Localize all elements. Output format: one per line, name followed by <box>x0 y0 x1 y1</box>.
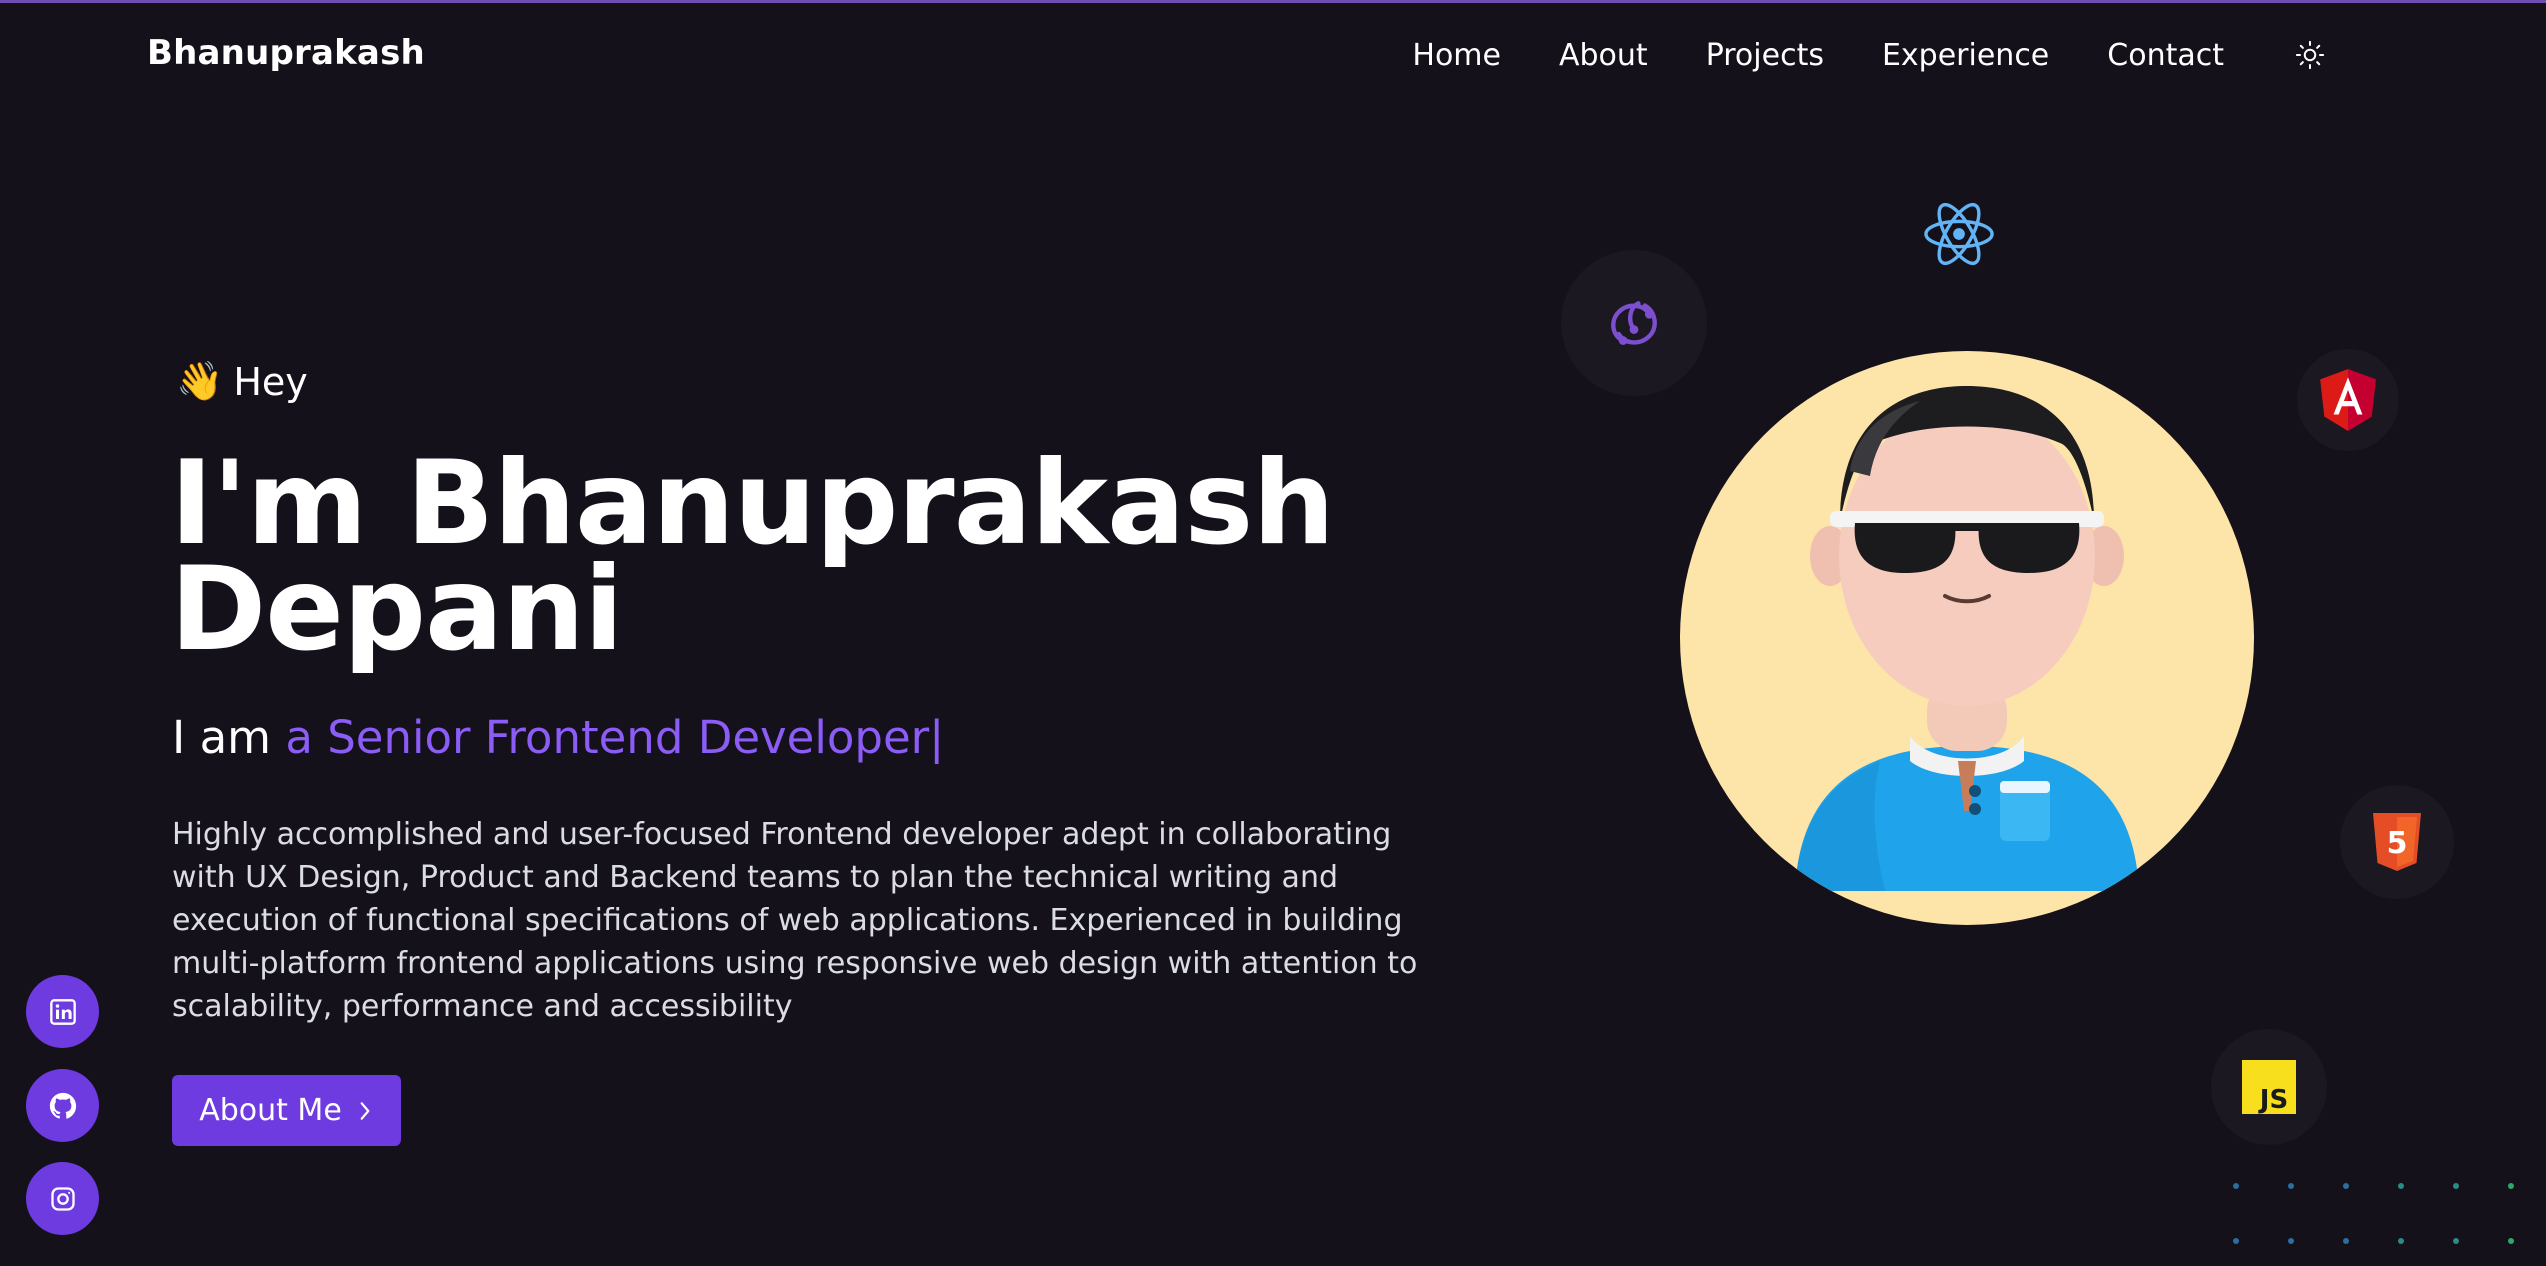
angular-icon <box>2320 369 2376 431</box>
github-icon <box>49 1092 76 1119</box>
react-icon <box>1924 202 1994 266</box>
sun-icon <box>2295 40 2325 70</box>
hero-description: Highly accomplished and user-focused Fro… <box>172 817 1418 1024</box>
role-typed-text: a Senior Frontend Developer <box>285 711 930 764</box>
avatar <box>1680 351 2254 925</box>
hero-title: I'm Bhanuprakash Depani <box>170 446 1470 677</box>
html5-badge: 5 <box>2340 785 2454 899</box>
brand-logo[interactable]: Bhanuprakash <box>147 33 425 73</box>
nav-about[interactable]: About <box>1559 38 1648 73</box>
about-me-label: About Me <box>199 1093 342 1128</box>
nav-contact[interactable]: Contact <box>2107 38 2224 73</box>
avatar-illustration <box>1795 386 2139 891</box>
linkedin-button[interactable] <box>26 975 99 1048</box>
instagram-icon <box>50 1186 75 1211</box>
nav-experience[interactable]: Experience <box>1882 38 2049 73</box>
github-button[interactable] <box>26 1069 99 1142</box>
javascript-badge: JS <box>2211 1029 2327 1145</box>
redux-icon <box>1611 301 1657 345</box>
theme-toggle-button[interactable] <box>2290 35 2330 75</box>
html5-icon: 5 <box>2373 813 2421 871</box>
instagram-button[interactable] <box>26 1162 99 1235</box>
typing-caret: | <box>929 711 945 764</box>
javascript-label: JS <box>2258 1085 2288 1114</box>
role-prefix: I am <box>172 711 271 764</box>
javascript-icon: JS <box>2242 1060 2296 1114</box>
angular-badge <box>2297 349 2399 451</box>
nav-home[interactable]: Home <box>1412 38 1501 73</box>
html5-label: 5 <box>2387 826 2408 861</box>
hero-title-line2: Depani <box>170 542 624 677</box>
page: Bhanuprakash Home About Projects Experie… <box>0 0 2546 1266</box>
redux-badge <box>1561 250 1707 396</box>
role-line: I am a Senior Frontend Developer| <box>172 711 944 764</box>
about-me-button[interactable]: About Me <box>172 1075 401 1146</box>
greeting: 👋 Hey <box>176 359 308 404</box>
greeting-text: Hey <box>233 359 308 404</box>
react-badge <box>1912 187 2006 281</box>
waving-hand-icon: 👋 <box>176 359 224 403</box>
chevron-right-icon <box>360 1101 370 1120</box>
linkedin-icon <box>49 998 76 1025</box>
dot-grid-decoration <box>2233 1183 2514 1244</box>
nav-projects[interactable]: Projects <box>1706 38 1824 73</box>
main-nav: Home About Projects Experience Contact <box>1412 35 2330 75</box>
